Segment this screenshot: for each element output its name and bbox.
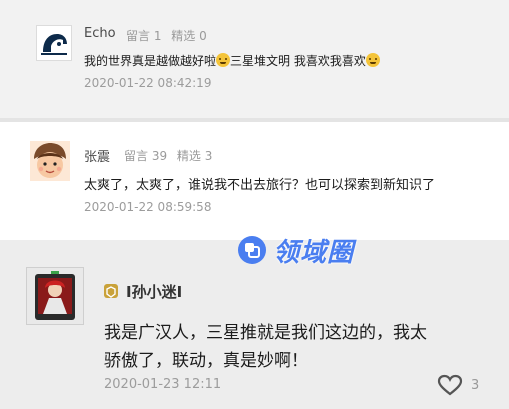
comment-text: 我的世界真是越做越好啦 三星堆文明 我喜欢我喜欢 — [84, 52, 380, 69]
commenter-name[interactable]: 张震 — [84, 146, 110, 165]
avatar[interactable] — [26, 267, 84, 325]
heart-icon — [437, 374, 463, 396]
like-button[interactable]: 3 — [437, 374, 479, 396]
comment-text-line: 骄傲了，联动，真是妙啊！ — [104, 351, 308, 371]
avatar[interactable] — [30, 141, 70, 181]
comment-time: 2020-01-22 08:59:58 — [84, 200, 212, 214]
comment-card-zhangzhen: 张震 留言 39 精选 3 太爽了，太爽了，谁说我不出去旅行？也可以探索到新知识… — [0, 122, 509, 240]
avatar[interactable] — [36, 25, 72, 61]
comment-text-line: 我是广汉人，三星推就是我们这边的，我太 — [104, 323, 427, 343]
badge-icon — [104, 284, 118, 298]
comment-text-part: 我的世界真是越做越好啦 — [84, 54, 217, 68]
picks-count: 精选 0 — [171, 29, 207, 43]
comment-stats: 留言 39 精选 3 — [124, 147, 218, 164]
comment-time: 2020-01-22 08:42:19 — [84, 76, 212, 90]
comment-card-echo: Echo 留言 1 精选 0 我的世界真是越做越好啦 三星堆文明 我喜欢我喜欢 2… — [0, 0, 509, 118]
smile-emoji-icon — [365, 53, 380, 67]
comment-text-part: 三星堆文明 我喜欢我喜欢 — [230, 54, 366, 68]
commenter-name[interactable]: I孙小迷I — [126, 281, 182, 302]
comment-time: 2020-01-23 12:11 — [104, 377, 222, 392]
watermark-text: 领域圈 — [273, 237, 355, 268]
smile-emoji-icon — [216, 53, 231, 67]
commenter-name[interactable]: Echo — [84, 26, 116, 41]
watermark: 领域圈 — [237, 232, 354, 268]
comment-stats: 留言 1 精选 0 — [126, 27, 213, 44]
comment-text: 太爽了，太爽了，谁说我不出去旅行？也可以探索到新知识了 — [84, 178, 436, 193]
replies-count: 留言 39 — [124, 149, 168, 163]
like-count: 3 — [471, 377, 480, 393]
watermark-logo-icon — [238, 236, 266, 264]
picks-count: 精选 3 — [176, 149, 213, 163]
replies-count: 留言 1 — [126, 29, 162, 43]
